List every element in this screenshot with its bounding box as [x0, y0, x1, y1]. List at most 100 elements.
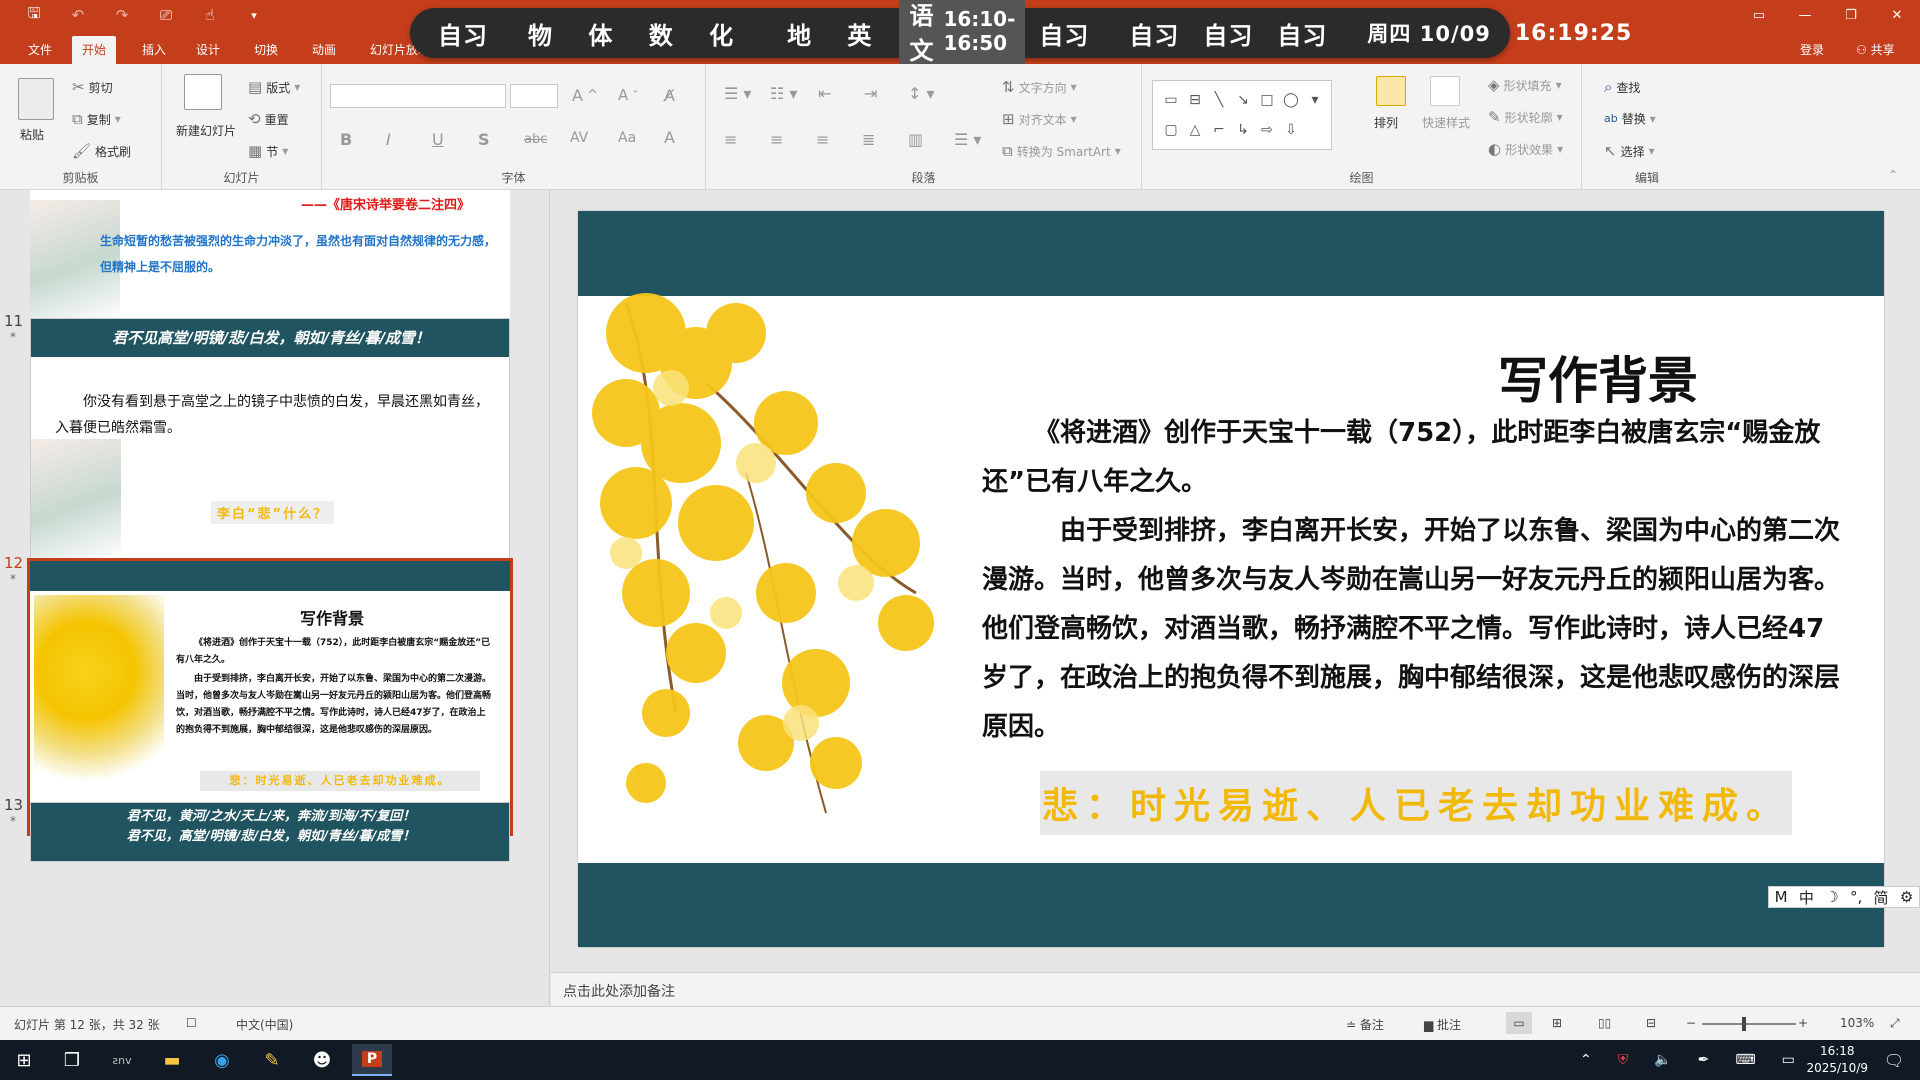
italic-button[interactable]: I — [386, 130, 391, 149]
notification-icon[interactable]: 🗨 — [1874, 1044, 1914, 1076]
paste-icon[interactable] — [18, 78, 54, 120]
collapse-ribbon-icon[interactable]: ⌃ — [1888, 168, 1898, 182]
taskbar-clock[interactable]: 16:18 2025/10/9 — [1806, 1043, 1868, 1077]
tab-animations[interactable]: 动画 — [302, 36, 346, 64]
elbow-connector-icon[interactable]: ⌐ — [1207, 115, 1231, 145]
minimize-icon[interactable]: — — [1782, 0, 1828, 30]
elbow-arrow-icon[interactable]: ↳ — [1231, 115, 1255, 145]
align-text-button[interactable]: ⊞ 对齐文本 ▾ — [1002, 110, 1077, 128]
app-icon[interactable]: ƨnv — [102, 1044, 142, 1076]
new-slide-icon[interactable] — [184, 74, 222, 110]
strikethrough-button[interactable]: abc — [524, 132, 547, 147]
restore-icon[interactable]: ❐ — [1828, 0, 1874, 30]
underline-button[interactable]: U — [432, 130, 444, 149]
section-button[interactable]: ▦ 节 ▾ — [248, 142, 288, 160]
whiteboard-app-icon[interactable]: ✎ — [252, 1044, 292, 1076]
down-arrow-icon[interactable]: ⇩ — [1279, 115, 1303, 145]
gear-icon[interactable]: ⚙ — [1900, 888, 1913, 906]
find-button[interactable]: ⌕ 查找 — [1604, 78, 1640, 96]
normal-view-icon[interactable]: ▭ — [1506, 1012, 1532, 1034]
zoom-in-icon[interactable]: + — [1798, 1016, 1808, 1030]
reset-button[interactable]: ⟲ 重置 — [248, 110, 289, 128]
zoom-out-icon[interactable]: − — [1686, 1016, 1696, 1030]
slide-thumbnail[interactable]: 君不见，黄河/之水/天上/来，奔流/到海/不/复回！ 君不见，高堂/明镜/悲/白… — [30, 802, 510, 862]
task-view-icon[interactable]: ❒ — [52, 1044, 92, 1076]
arrange-button[interactable]: 排列 — [1374, 114, 1398, 131]
slide-body-text[interactable]: 《将进酒》创作于天宝十一载（752），此时距李白被唐玄宗“赐金放还”已有八年之久… — [982, 409, 1850, 752]
align-left-icon[interactable]: ≡ — [724, 130, 737, 149]
triangle-shape-icon[interactable]: △ — [1183, 115, 1207, 145]
ime-simplified-toggle[interactable]: 简 — [1874, 887, 1889, 908]
font-color-button[interactable]: A — [664, 128, 675, 147]
arrow-line-icon[interactable]: ↘ — [1231, 85, 1255, 115]
right-arrow-icon[interactable]: ⇨ — [1255, 115, 1279, 145]
decrease-indent-icon[interactable]: ⇤ — [818, 84, 831, 103]
rounded-rect-icon[interactable]: ▢ — [1159, 115, 1183, 145]
change-case-button[interactable]: Aa — [618, 130, 636, 146]
shadow-button[interactable]: S — [478, 130, 490, 149]
slide-thumbnail-selected[interactable]: 写作背景 《将进酒》创作于天宝十一载（752），此时距李白被唐玄宗“赐金放还”已… — [27, 558, 513, 836]
quick-styles-button[interactable]: 快速样式 — [1422, 114, 1470, 131]
ime-punct-toggle[interactable]: °, — [1850, 888, 1862, 906]
slide-thumbnail[interactable]: 君不见高堂/明镜/悲/白发，朝如/青丝/暮/成雪！ 你没有看到悬于高堂之上的镜子… — [30, 318, 510, 590]
distribute-icon[interactable]: ☰ ▾ — [954, 130, 981, 149]
ime-mode-icon[interactable]: M — [1775, 888, 1788, 906]
tab-transitions[interactable]: 切换 — [244, 36, 288, 64]
login-link[interactable]: 登录 — [1800, 36, 1824, 64]
increase-indent-icon[interactable]: ⇥ — [864, 84, 877, 103]
justify-icon[interactable]: ≣ — [862, 130, 875, 149]
slide-highlight-box[interactable]: 悲：时光易逝、人已老去却功业难成。 — [1040, 771, 1792, 835]
keyboard-icon[interactable]: ⌨ — [1735, 1052, 1755, 1068]
chevron-up-icon[interactable]: ⌃ — [1580, 1052, 1592, 1068]
edge-icon[interactable]: ◉ — [202, 1044, 242, 1076]
qq-icon[interactable]: ☻ — [302, 1044, 342, 1076]
vertical-textbox-icon[interactable]: ⊟ — [1183, 85, 1207, 115]
shape-fill-button[interactable]: ◈ 形状填充 ▾ — [1488, 76, 1562, 94]
windows-start-icon[interactable]: ⊞ — [4, 1044, 44, 1076]
zoom-slider[interactable] — [1702, 1023, 1796, 1025]
display-icon[interactable]: ▭ — [1782, 1052, 1795, 1068]
ribbon-display-icon[interactable]: ▭ — [1736, 0, 1782, 30]
copy-button[interactable]: ⧉ 复制 ▾ — [72, 110, 121, 128]
tab-insert[interactable]: 插入 — [132, 36, 176, 64]
shapes-gallery[interactable]: ▭ ⊟ ╲ ↘ □ ◯ ▾ ▢ △ ⌐ ↳ ⇨ ⇩ — [1152, 80, 1332, 150]
columns-icon[interactable]: ▥ — [908, 130, 923, 149]
tab-home[interactable]: 开始 — [72, 36, 117, 64]
tab-design[interactable]: 设计 — [186, 36, 230, 64]
align-center-icon[interactable]: ≡ — [770, 130, 783, 149]
bold-button[interactable]: B — [340, 130, 352, 149]
text-direction-button[interactable]: ⇅ 文字方向 ▾ — [1002, 78, 1077, 96]
gallery-more-icon[interactable]: ▾ — [1303, 85, 1327, 115]
reading-view-icon[interactable]: ▯▯ — [1598, 1016, 1611, 1030]
close-icon[interactable]: ✕ — [1874, 0, 1920, 30]
ime-chinese-toggle[interactable]: 中 — [1799, 887, 1814, 908]
slide-sorter-icon[interactable]: ⊞ — [1552, 1016, 1562, 1030]
quick-styles-icon[interactable] — [1430, 76, 1460, 106]
chevron-down-icon[interactable]: ▾ — [115, 112, 121, 126]
comments-button[interactable]: ▆ 批注 — [1424, 1016, 1461, 1033]
char-spacing-button[interactable]: AV — [570, 130, 588, 146]
align-right-icon[interactable]: ≡ — [816, 130, 829, 149]
bullets-icon[interactable]: ☰ ▾ — [724, 84, 751, 103]
language-indicator[interactable]: 中文(中国) — [236, 1016, 293, 1033]
file-explorer-icon[interactable]: ▬ — [152, 1044, 192, 1076]
select-button[interactable]: ↖ 选择 ▾ — [1604, 142, 1655, 160]
cut-button[interactable]: ✂ 剪切 — [72, 78, 113, 96]
pen-icon[interactable]: ✒ — [1698, 1052, 1710, 1068]
shape-effects-button[interactable]: ◐ 形状效果 ▾ — [1488, 140, 1563, 158]
replace-button[interactable]: ab 替换 ▾ — [1604, 110, 1656, 127]
layout-button[interactable]: ▤ 版式 ▾ — [248, 78, 300, 96]
shape-outline-button[interactable]: ✎ 形状轮廓 ▾ — [1488, 108, 1563, 126]
security-icon[interactable]: ⛨ — [1618, 1052, 1629, 1068]
clear-format-icon[interactable]: A̸ — [664, 86, 675, 105]
format-painter-button[interactable]: 🖌 格式刷 — [72, 142, 131, 160]
line-shape-icon[interactable]: ╲ — [1207, 85, 1231, 115]
zoom-level[interactable]: 103% — [1840, 1016, 1874, 1030]
font-name-input[interactable] — [330, 84, 506, 108]
fit-slide-icon[interactable]: ⤢ — [1890, 1016, 1900, 1031]
share-button[interactable]: ⚇ 共享 — [1856, 36, 1895, 64]
notes-button[interactable]: ≐ 备注 — [1346, 1016, 1384, 1033]
zoom-slider-thumb[interactable] — [1742, 1017, 1746, 1031]
spellcheck-icon[interactable]: ☐ — [186, 1016, 197, 1030]
new-slide-button[interactable]: 新建幻灯片 — [176, 124, 236, 139]
